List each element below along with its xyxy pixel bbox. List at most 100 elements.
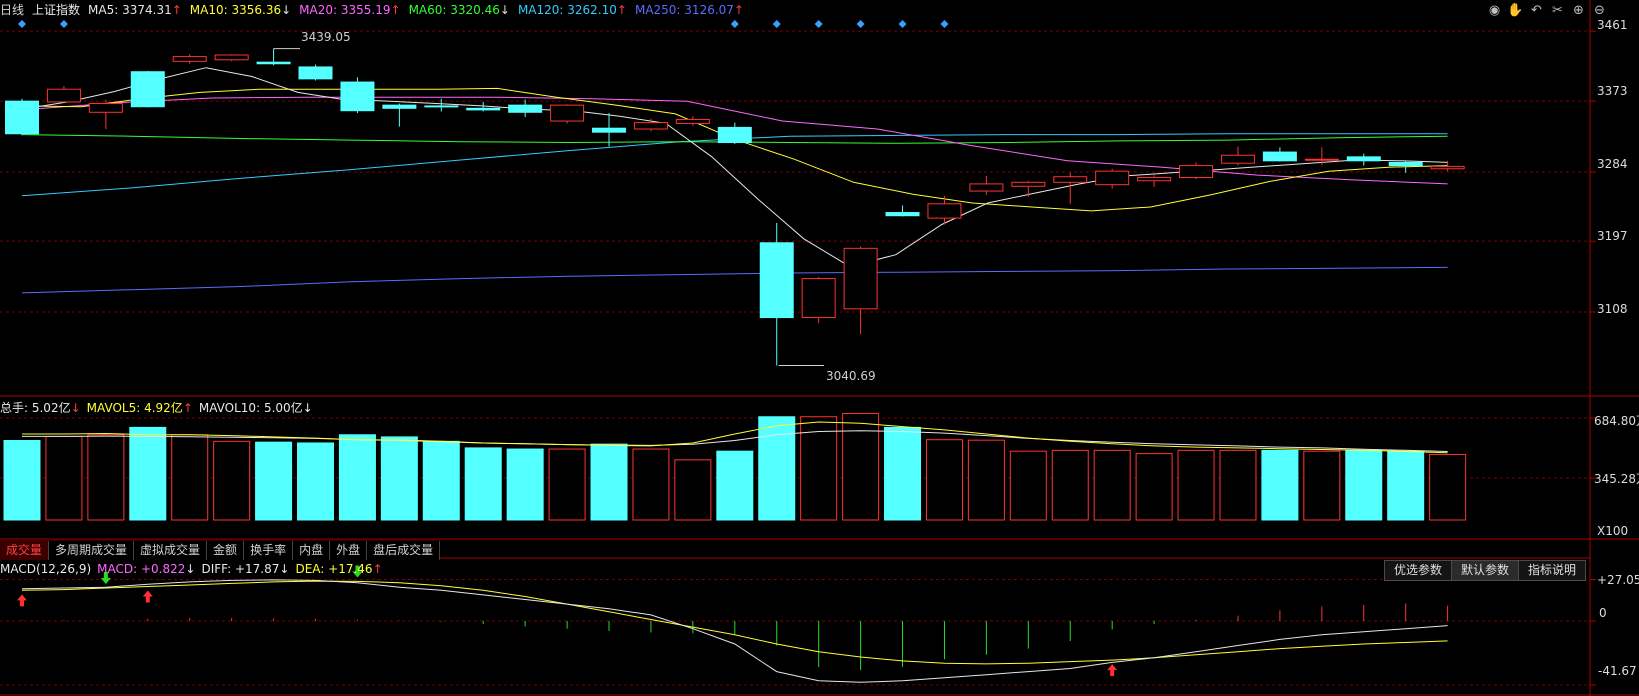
ma-legend-label: MA20: — [299, 3, 341, 17]
event-marker — [59, 20, 68, 28]
candle-body — [46, 88, 81, 103]
candle-body — [508, 104, 543, 113]
volume-bar — [1303, 450, 1341, 521]
optimal-params-button[interactable]: 优选参数 — [1383, 560, 1452, 581]
macd-label: MACD: — [97, 562, 141, 576]
mavol5-value: 4.92亿 — [144, 401, 183, 415]
candle-body — [1179, 165, 1214, 179]
ma-legend-direction: ↓ — [281, 3, 292, 17]
ma-legend-direction: ↑ — [171, 3, 182, 17]
price-axis-label: 3461 — [1597, 18, 1628, 32]
candle-body — [1304, 158, 1339, 161]
volume-bar — [129, 426, 167, 521]
candle-body — [214, 54, 249, 61]
tab-indicator[interactable]: 换手率 — [244, 541, 294, 560]
macd-axis-zero: 0 — [1599, 606, 1607, 620]
event-marker — [18, 20, 26, 28]
volume-bar — [590, 443, 628, 521]
candle-body — [801, 278, 836, 319]
volume-bar — [1093, 449, 1131, 521]
volume-total-value: 5.02亿 — [31, 401, 71, 415]
ma-legend-value: 3320.46 — [450, 3, 500, 17]
volume-bar — [506, 448, 544, 521]
macd-axis-bottom: -41.67 — [1598, 664, 1637, 678]
eye-icon[interactable]: ◉ — [1485, 1, 1504, 19]
volume-bar — [1387, 450, 1425, 521]
mavol10-value: 5.00亿 — [263, 401, 303, 415]
price-legend: 日线 上证指数 MA5: 3374.31↑ MA10: 3356.36↓ MA20: 3… — [0, 0, 752, 20]
candle-body — [1137, 177, 1172, 182]
zoom-out-icon[interactable]: ⊖ — [1590, 1, 1609, 19]
ma-legend-label: MA5: — [88, 3, 123, 17]
diff-label: DIFF: — [201, 562, 235, 576]
candle-body — [717, 126, 752, 144]
macd-value: +0.822 — [140, 562, 186, 576]
candle-body — [172, 56, 207, 62]
period-label[interactable]: 日线 — [0, 3, 24, 17]
candle-body — [927, 203, 962, 219]
buy-arrow-icon — [1107, 664, 1118, 677]
candle-body — [256, 61, 291, 65]
ma-legend-value: 3355.19 — [340, 3, 391, 17]
low-annotation: 3040.69 — [826, 369, 876, 383]
tab-indicator[interactable]: 盘后成交量 — [367, 541, 441, 560]
chart-canvas[interactable] — [0, 0, 1639, 696]
candle-body — [466, 107, 501, 111]
volume-bar — [213, 440, 251, 521]
ma-legend-label: MA250: — [634, 3, 685, 17]
ma-legend-label: MA60: — [408, 3, 451, 17]
event-marker — [814, 20, 823, 28]
volume-bar — [45, 435, 83, 521]
indicator-help-button[interactable]: 指标说明 — [1517, 560, 1586, 581]
ma-legend-item: MA5: 3374.31↑ — [88, 3, 182, 17]
ma-legend-value: 3356.36 — [231, 3, 282, 17]
undo-icon[interactable]: ↶ — [1527, 1, 1546, 19]
volume-legend: 总手: 5.02亿↓ MAVOL5: 4.92亿↑ MAVOL10: 5.00亿↓ — [0, 398, 313, 418]
dea-value: +17.46 — [328, 562, 373, 576]
diff-dir: ↓ — [279, 562, 290, 576]
ma-legend-label: MA10: — [189, 3, 232, 17]
volume-bar — [967, 439, 1005, 521]
tab-indicator[interactable]: 多周期成交量 — [49, 541, 135, 560]
tab-indicator[interactable]: 金额 — [207, 541, 245, 560]
candle-body — [1262, 151, 1297, 162]
event-marker — [898, 20, 907, 28]
volume-total-label: 总手: — [0, 401, 32, 415]
candle-body — [1011, 181, 1046, 187]
candle-body — [382, 104, 417, 109]
volume-bar — [1345, 449, 1383, 521]
dea-label: DEA: — [295, 562, 329, 576]
volume-bar — [297, 442, 335, 521]
default-params-button[interactable]: 默认参数 — [1450, 560, 1519, 581]
event-marker — [940, 20, 949, 28]
volume-bar — [171, 434, 209, 521]
scissors-icon[interactable]: ✂ — [1548, 1, 1567, 19]
tab-indicator[interactable]: 虚拟成交量 — [134, 541, 208, 560]
volume-indicator-tabs: 成交量 多周期成交量 虚拟成交量 金额 换手率 内盘 外盘 盘后成交量 — [0, 540, 441, 560]
candle-body — [1346, 156, 1381, 162]
volume-axis-mid: 345.28万 — [1594, 472, 1639, 486]
volume-bar — [87, 434, 125, 521]
zoom-in-icon[interactable]: ⊕ — [1569, 1, 1588, 19]
tab-indicator[interactable]: 内盘 — [293, 541, 331, 560]
candle-body — [843, 247, 878, 310]
candle-body — [130, 71, 165, 108]
tab-indicator[interactable]: 外盘 — [330, 541, 368, 560]
volume-bar — [1135, 453, 1173, 521]
index-name: 上证指数 — [32, 3, 81, 17]
macd-legend: MACD(12,26,9) MACD: +0.822↓ DIFF: +17.87↓ D… — [0, 559, 383, 579]
candle-body — [1388, 161, 1423, 167]
candle-body — [550, 104, 585, 122]
ma-legend-direction: ↑ — [733, 3, 744, 17]
macd-name: MACD(12,26,9) — [0, 562, 92, 576]
indicator-param-buttons: 优选参数 默认参数 指标说明 — [1383, 560, 1586, 581]
ma10-line — [21, 87, 1448, 212]
volume-bar — [464, 447, 502, 521]
event-marker — [730, 20, 739, 28]
price-axis-label: 3108 — [1597, 302, 1628, 316]
kline-chart-window: 日线 上证指数 MA5: 3374.31↑ MA10: 3356.36↓ MA20: 3… — [0, 0, 1639, 696]
volume-total-dir: ↓ — [70, 401, 81, 415]
hand-icon[interactable]: ✋ — [1506, 1, 1525, 19]
high-annotation: 3439.05 — [301, 30, 351, 44]
tab-indicator[interactable]: 成交量 — [0, 541, 50, 560]
